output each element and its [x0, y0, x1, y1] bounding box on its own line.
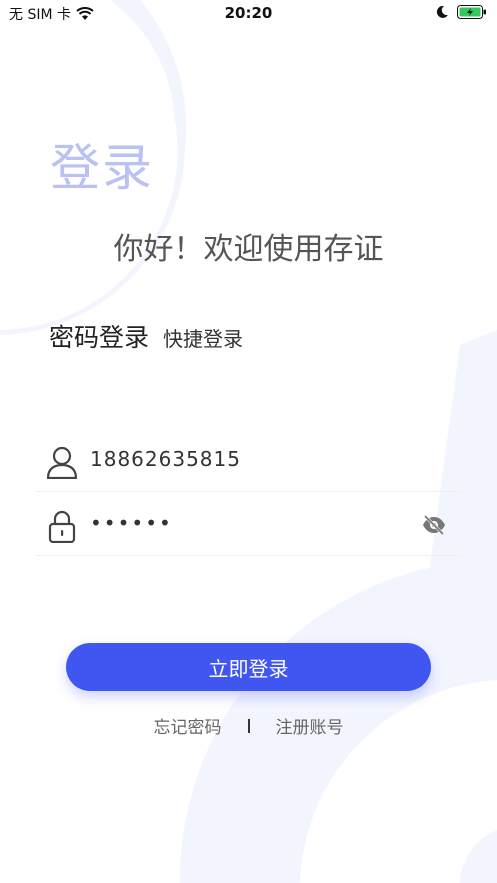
user-icon	[46, 446, 78, 479]
password-field[interactable]: ••••••	[36, 493, 462, 556]
clock: 20:20	[224, 4, 273, 22]
status-bar: 无 SIM 卡 20:20	[0, 0, 497, 26]
login-mode-tabs: 密码登录 快捷登录	[49, 318, 243, 354]
register-link[interactable]: 注册账号	[276, 713, 344, 738]
link-divider	[247, 718, 250, 733]
phone-input-value[interactable]: 18862635815	[90, 447, 241, 471]
moon-icon	[436, 5, 448, 18]
lock-icon	[48, 510, 76, 543]
password-input-value[interactable]: ••••••	[90, 511, 173, 535]
tab-password-login[interactable]: 密码登录	[49, 318, 149, 354]
auth-links: 忘记密码 注册账号	[0, 713, 497, 738]
eye-off-icon[interactable]	[422, 515, 446, 535]
welcome-text: 你好！欢迎使用存证	[113, 232, 384, 267]
battery-charging-icon	[457, 5, 486, 19]
status-indicators	[435, 5, 487, 19]
phone-field[interactable]: 18862635815	[36, 429, 462, 492]
tab-quick-login[interactable]: 快捷登录	[163, 323, 243, 354]
page-title: 登录	[50, 139, 154, 197]
forgot-password-link[interactable]: 忘记密码	[154, 713, 222, 738]
login-button[interactable]: 立即登录	[66, 643, 431, 691]
